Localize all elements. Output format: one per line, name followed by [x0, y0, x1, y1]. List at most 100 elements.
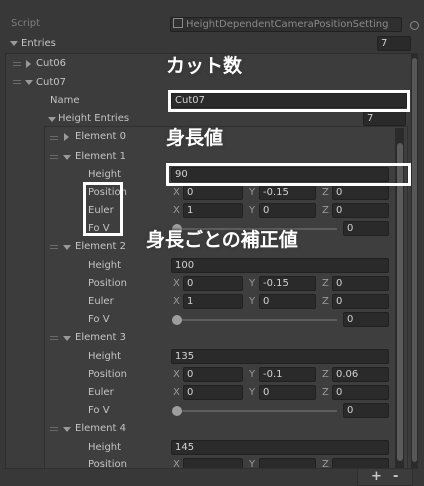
element3-euler-z-field[interactable]: 0	[332, 385, 389, 400]
element2-drag-handle[interactable]	[50, 245, 58, 251]
element4-position-row: Position X Y Z	[44, 455, 394, 468]
element4-position-x-field[interactable]	[183, 458, 243, 468]
list-footer	[357, 469, 413, 486]
element1-position-x-field[interactable]: 0	[183, 185, 243, 200]
element2-foldout-icon[interactable]	[63, 245, 71, 250]
element4-foldout-icon[interactable]	[63, 427, 71, 432]
height-annotation: 身長値	[166, 127, 224, 149]
element3-position-y-field[interactable]: -0.1	[259, 367, 316, 382]
element3-drag-handle[interactable]	[50, 336, 58, 342]
element3-height-label: Height	[88, 351, 122, 362]
add-element-button[interactable]: +	[371, 470, 382, 484]
element1-euler-z-field[interactable]: 0	[332, 203, 389, 218]
element4-position-x-label: X	[173, 459, 180, 468]
element4-position-z-field[interactable]	[332, 458, 389, 468]
element4-drag-handle[interactable]	[50, 427, 58, 433]
element3-euler-x-field[interactable]: 0	[183, 385, 243, 400]
cut07-foldout-icon[interactable]	[25, 80, 33, 85]
remove-element-button[interactable]: -	[393, 470, 398, 484]
cut06-label[interactable]: Cut06	[36, 58, 66, 70]
element1-fov-field[interactable]: 0	[343, 221, 389, 236]
entries-count-field[interactable]: 7	[377, 36, 411, 51]
element1-euler-z-label: Z	[322, 205, 329, 216]
element3-position-y-label: Y	[249, 369, 256, 380]
outer-scrollbar-thumb[interactable]	[412, 58, 417, 462]
element4-label[interactable]: Element 4	[75, 423, 126, 435]
script-row: Script HeightDependentCameraPositionSett…	[0, 14, 424, 34]
element4-position-y-field[interactable]	[259, 458, 316, 468]
element4-height-label: Height	[88, 442, 122, 453]
element1-euler-y-label: Y	[249, 205, 256, 216]
element3-euler-x-label: X	[173, 387, 180, 398]
element3-height-field[interactable]: 135	[171, 349, 389, 364]
cut06-drag-handle[interactable]	[13, 62, 21, 68]
element2-fov-slider-knob[interactable]	[172, 315, 182, 325]
element1-euler-x-label: X	[173, 205, 180, 216]
element2-position-y-field[interactable]: -0.15	[259, 276, 316, 291]
element3-label[interactable]: Element 3	[75, 332, 126, 344]
element2-height-field[interactable]: 100	[171, 258, 389, 273]
element2-euler-z-label: Z	[322, 296, 329, 307]
element2-euler-y-field[interactable]: 0	[259, 294, 316, 309]
element2-fov-slider-track[interactable]	[177, 319, 337, 321]
element0-drag-handle[interactable]	[50, 136, 58, 142]
element3-position-x-field[interactable]: 0	[183, 367, 243, 382]
element1-height-label: Height	[88, 169, 122, 180]
element3-position-label: Position	[88, 369, 127, 380]
element3-position-z-label: Z	[322, 369, 329, 380]
element2-euler-z-field[interactable]: 0	[332, 294, 389, 309]
element3-position-z-field[interactable]: 0.06	[332, 367, 389, 382]
element2-euler-x-field[interactable]: 1	[183, 294, 243, 309]
element2-fov-field[interactable]: 0	[343, 312, 389, 327]
entries-label[interactable]: Entries	[21, 38, 56, 50]
script-field[interactable]: HeightDependentCameraPositionSetting	[170, 17, 402, 32]
cut07-label[interactable]: Cut07	[36, 77, 66, 89]
height-entries-label[interactable]: Height Entries	[58, 113, 129, 125]
height-field-highlight	[166, 163, 411, 186]
element1-position-y-field[interactable]: -0.15	[259, 185, 316, 200]
element1-drag-handle[interactable]	[50, 155, 58, 161]
inner-scrollbar-thumb[interactable]	[397, 143, 403, 461]
element2-height-label: Height	[88, 260, 122, 271]
element4-position-y-label: Y	[249, 459, 256, 468]
element3-fov-slider-knob[interactable]	[172, 406, 182, 416]
element1-position-y-label: Y	[249, 187, 256, 198]
element3-euler-y-field[interactable]: 0	[259, 385, 316, 400]
name-label: Name	[50, 95, 80, 106]
object-picker-icon[interactable]	[410, 21, 419, 30]
element2-position-x-label: X	[173, 278, 180, 289]
element2-position-y-label: Y	[249, 278, 256, 289]
element2-fov-label: Fo V	[88, 314, 110, 325]
element3-euler-label: Euler	[88, 387, 114, 398]
element2-position-x-field[interactable]: 0	[183, 276, 243, 291]
correction-annotation: 身長ごとの補正値	[146, 229, 298, 251]
element3-fov-field[interactable]: 0	[343, 403, 389, 418]
element1-position-x-label: X	[173, 187, 180, 198]
entries-foldout-icon[interactable]	[10, 41, 18, 46]
element1-foldout-icon[interactable]	[63, 155, 71, 160]
element1-position-z-field[interactable]: 0	[332, 185, 389, 200]
element1-position-z-label: Z	[322, 187, 329, 198]
element3-fov-slider-track[interactable]	[177, 410, 337, 412]
element3-fov-label: Fo V	[88, 405, 110, 416]
element2-position-label: Position	[88, 278, 127, 289]
height-entries-foldout-icon[interactable]	[48, 117, 56, 122]
element4-height-field[interactable]: 145	[171, 440, 389, 455]
element2-euler-x-label: X	[173, 296, 180, 307]
cut06-foldout-icon[interactable]	[26, 60, 31, 68]
name-field-highlight	[168, 90, 410, 112]
element3-foldout-icon[interactable]	[63, 336, 71, 341]
element1-euler-y-field[interactable]: 0	[259, 203, 316, 218]
element1-label[interactable]: Element 1	[75, 151, 126, 163]
element0-foldout-icon[interactable]	[64, 133, 69, 141]
cut07-drag-handle[interactable]	[13, 80, 21, 86]
transform-labels-highlight	[83, 182, 123, 236]
element3-euler-y-label: Y	[249, 387, 256, 398]
height-entries-count-field[interactable]: 7	[363, 111, 406, 126]
element3-position-x-label: X	[173, 369, 180, 380]
element2-label[interactable]: Element 2	[75, 241, 126, 253]
element0-label[interactable]: Element 0	[75, 131, 126, 143]
element1-euler-x-field[interactable]: 1	[183, 203, 243, 218]
element2-position-z-field[interactable]: 0	[332, 276, 389, 291]
script-label: Script	[11, 18, 41, 29]
